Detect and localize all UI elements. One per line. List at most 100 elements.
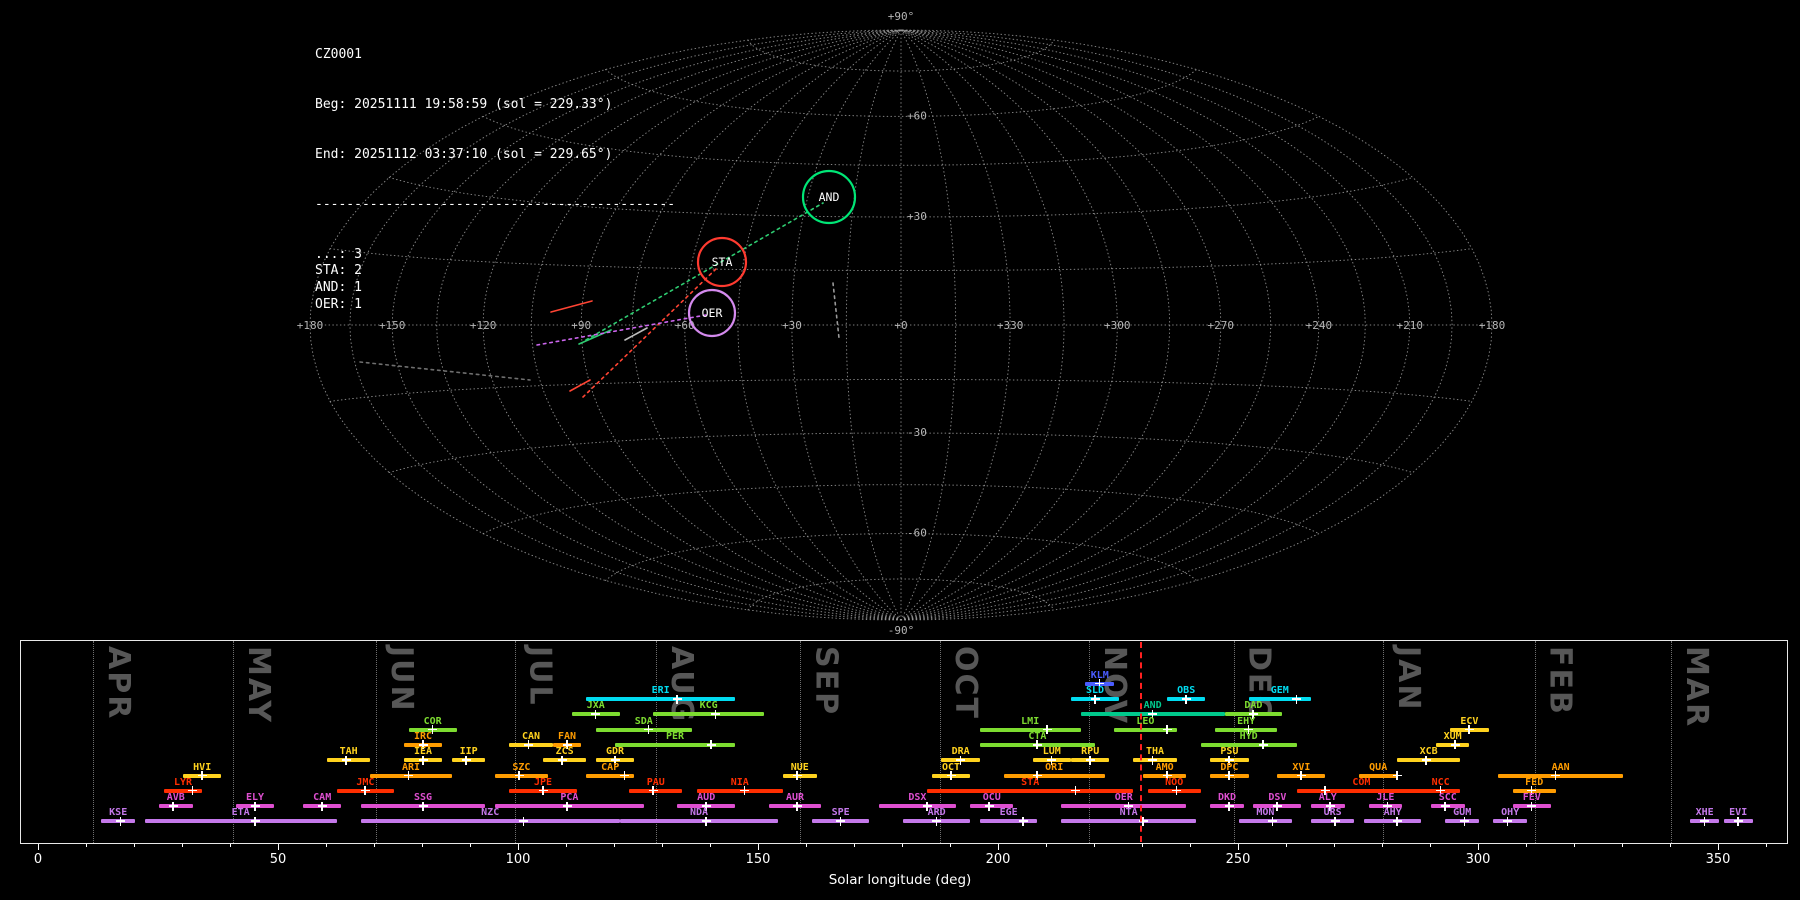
peak-marker (404, 771, 414, 780)
tick-label: 300 (1465, 852, 1491, 867)
current-sol-marker (1139, 642, 1142, 842)
radiant-label-oer: OER (702, 306, 723, 320)
peak-marker (1421, 755, 1431, 765)
separator-line: ----------------------------------------… (315, 196, 676, 212)
minor-tick (854, 844, 855, 847)
shower-label-cap: CAP (601, 761, 620, 773)
count-line: OER: 1 (315, 296, 362, 312)
month-label: JUL (522, 646, 558, 707)
major-tick (1478, 844, 1479, 850)
shower-label-aan: AAN (1551, 761, 1570, 773)
minor-tick (422, 844, 423, 847)
longitude-label: +270 (1208, 319, 1235, 332)
peak-marker (1224, 801, 1234, 811)
grid-meridian (900, 29, 1411, 621)
peak-marker (836, 816, 846, 826)
month-gridline (1671, 641, 1672, 843)
longitude-label: +180 (1479, 319, 1506, 332)
month-gridline (375, 641, 377, 843)
grid-meridian (845, 29, 902, 621)
minor-tick (1670, 844, 1671, 847)
peak-marker (317, 801, 327, 811)
minor-tick (1766, 844, 1767, 847)
minor-tick (374, 844, 375, 847)
minor-tick (1046, 844, 1047, 847)
grid-parallel (329, 379, 1473, 402)
major-tick (278, 844, 279, 850)
peak-marker (1181, 694, 1191, 704)
peak-marker (1292, 694, 1302, 704)
radiant-label-sta: STA (712, 255, 733, 269)
peak-marker (341, 755, 351, 765)
station-id: CZ0001 (315, 47, 362, 63)
peak-marker (524, 740, 534, 750)
peak-marker (706, 740, 716, 750)
shower-label-nta: NTA (1119, 807, 1138, 819)
minor-tick (1190, 844, 1191, 847)
major-tick (1238, 844, 1239, 850)
peak-marker (461, 755, 471, 765)
major-tick (998, 844, 999, 850)
meteor-track (569, 379, 591, 392)
peak-marker (1460, 816, 1470, 826)
peak-marker (1162, 725, 1172, 735)
peak-marker (168, 801, 178, 811)
peak-marker (932, 816, 942, 826)
minor-tick (1382, 844, 1383, 847)
count-line: STA: 2 (315, 263, 362, 279)
shower-label-dsx: DSX (908, 792, 927, 804)
peak-marker (1172, 786, 1182, 796)
peak-marker (1700, 816, 1710, 826)
minor-tick (1430, 844, 1431, 847)
shower-bar-nta (1061, 819, 1196, 824)
longitude-label: +330 (997, 319, 1024, 332)
count-line: AND: 1 (315, 280, 362, 295)
peak-marker (1085, 755, 1095, 765)
peak-marker (701, 816, 711, 826)
peak-marker (792, 801, 802, 811)
peak-marker (557, 755, 567, 765)
minor-tick (470, 844, 471, 847)
end-time: End: 20251112 03:37:10 (sol = 229.65°) (315, 147, 613, 162)
peak-marker (1090, 694, 1100, 704)
activity-timeline: APR MAY JUN JUL AUG SEP OCT NOV DEC JAN FEB MAR KLM E… (20, 640, 1788, 844)
minor-tick (950, 844, 951, 847)
shower-label-hyd: HYD (1239, 730, 1258, 742)
minor-tick (86, 844, 87, 847)
major-tick (38, 844, 39, 850)
month-label: JAN (1391, 646, 1426, 712)
longitude-label: +0 (894, 319, 907, 332)
month-label: MAR (1679, 646, 1714, 729)
month-label: OCT (947, 646, 983, 720)
month-label: APR (100, 646, 136, 721)
shower-label-mon: MON (1256, 807, 1275, 819)
peak-marker (1392, 816, 1402, 826)
month-gridline (800, 641, 802, 843)
begin-time: Beg: 20251111 19:58:59 (sol = 229.33°) (315, 97, 613, 113)
peak-marker (1268, 816, 1278, 826)
north-pole-label: +90° (888, 10, 915, 23)
longitude-label: +240 (1306, 319, 1333, 332)
month-label: SEP (808, 646, 844, 717)
peak-marker (591, 709, 601, 719)
tick-label: 150 (745, 852, 771, 867)
shower-label-kcg: KCG (699, 700, 718, 712)
longitude-label: +210 (1397, 319, 1424, 332)
peak-marker (562, 801, 572, 811)
minor-tick (1334, 844, 1335, 847)
peak-marker (250, 816, 260, 826)
minor-tick (326, 844, 327, 847)
latitude-label: -30 (907, 426, 927, 439)
peak-marker (1296, 771, 1306, 780)
minor-tick (230, 844, 231, 847)
major-tick (518, 844, 519, 850)
peak-marker (1018, 816, 1028, 826)
month-label: JUN (383, 646, 419, 713)
minor-tick (182, 844, 183, 847)
minor-tick (902, 844, 903, 847)
meteor-radiant-plot-window: { "info": { "station": "CZ0001", "beg": … (0, 0, 1800, 900)
shower-label-nzc: NZC (481, 807, 500, 819)
shower-bar-nzc (360, 819, 620, 824)
longitude-label: +300 (1104, 319, 1131, 332)
peak-marker (418, 801, 428, 811)
